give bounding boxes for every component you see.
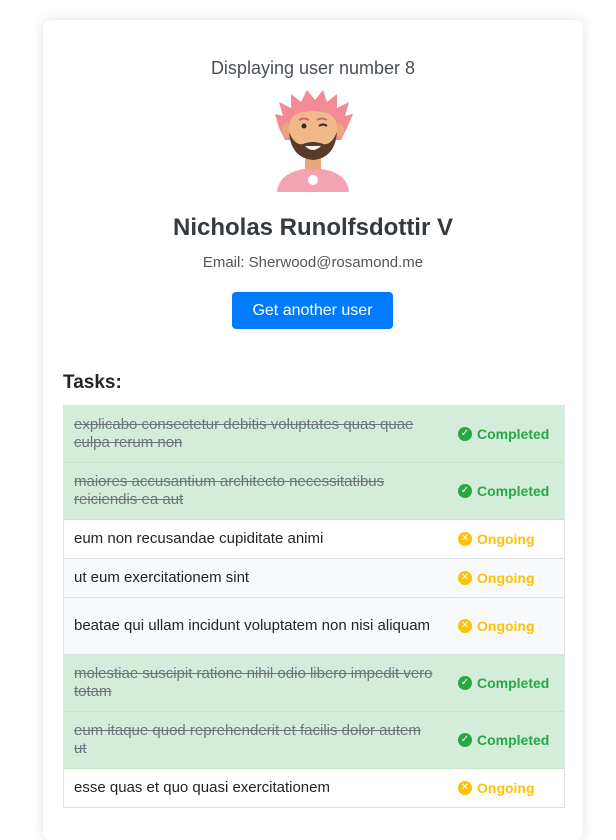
task-status-label: Ongoing (477, 618, 535, 634)
task-status-label: Completed (477, 732, 550, 748)
task-status-label: Ongoing (477, 531, 535, 547)
check-circle-icon: ✓ (458, 484, 472, 498)
task-row: explicabo consectetur debitis voluptates… (64, 406, 564, 463)
task-status-label: Completed (477, 426, 550, 442)
task-status-label: Completed (477, 483, 550, 499)
times-circle-icon: ✕ (458, 571, 472, 585)
task-status-label: Completed (477, 675, 550, 691)
task-text: ut eum exercitationem sint (74, 569, 250, 586)
check-circle-icon: ✓ (458, 676, 472, 690)
task-status: ✕ Ongoing (458, 531, 535, 547)
get-another-user-button[interactable]: Get another user (232, 292, 393, 329)
task-row: beatae qui ullam incidunt voluptatem non… (64, 598, 564, 655)
times-circle-icon: ✕ (458, 619, 472, 633)
task-row: maiores accusantium architecto necessita… (64, 463, 564, 520)
task-status: ✕ Ongoing (458, 780, 535, 796)
task-list: explicabo consectetur debitis voluptates… (63, 405, 565, 808)
user-name: Nicholas Runolfsdottir V (172, 214, 453, 241)
task-text: molestiae suscipit ratione nihil odio li… (74, 665, 433, 700)
task-row: molestiae suscipit ratione nihil odio li… (64, 655, 564, 712)
task-status: ✓ Completed (458, 675, 549, 691)
task-status: ✕ Ongoing (458, 570, 535, 586)
tasks-heading: Tasks: (63, 372, 122, 393)
task-text: eum non recusandae cupiditate animi (74, 530, 324, 547)
task-status-label: Ongoing (477, 780, 535, 796)
times-circle-icon: ✕ (458, 532, 472, 546)
task-row: eum non recusandae cupiditate animi ✕ On… (64, 520, 564, 559)
page-subtitle: Displaying user number 8 (210, 58, 416, 78)
task-status-label: Ongoing (477, 570, 535, 586)
user-email: Email: Sherwood@rosamond.me (202, 254, 424, 271)
task-text: esse quas et quo quasi exercitationem (74, 779, 330, 796)
times-circle-icon: ✕ (458, 781, 472, 795)
task-text: maiores accusantium architecto necessita… (74, 473, 385, 508)
task-status: ✕ Ongoing (458, 618, 535, 634)
task-status: ✓ Completed (458, 732, 549, 748)
task-text: beatae qui ullam incidunt voluptatem non… (74, 617, 431, 634)
task-row: ut eum exercitationem sint ✕ Ongoing (64, 559, 564, 598)
task-row: eum itaque quod reprehenderit et facilis… (64, 712, 564, 769)
user-card: Displaying user number 8 Nicholas Runolf… (43, 20, 583, 840)
task-status: ✓ Completed (458, 483, 549, 499)
user-avatar (275, 90, 353, 192)
task-status: ✓ Completed (458, 426, 549, 442)
task-text: eum itaque quod reprehenderit et facilis… (74, 722, 421, 757)
check-circle-icon: ✓ (458, 733, 472, 747)
check-circle-icon: ✓ (458, 427, 472, 441)
task-row: esse quas et quo quasi exercitationem ✕ … (64, 769, 564, 808)
task-text: explicabo consectetur debitis voluptates… (74, 416, 414, 451)
